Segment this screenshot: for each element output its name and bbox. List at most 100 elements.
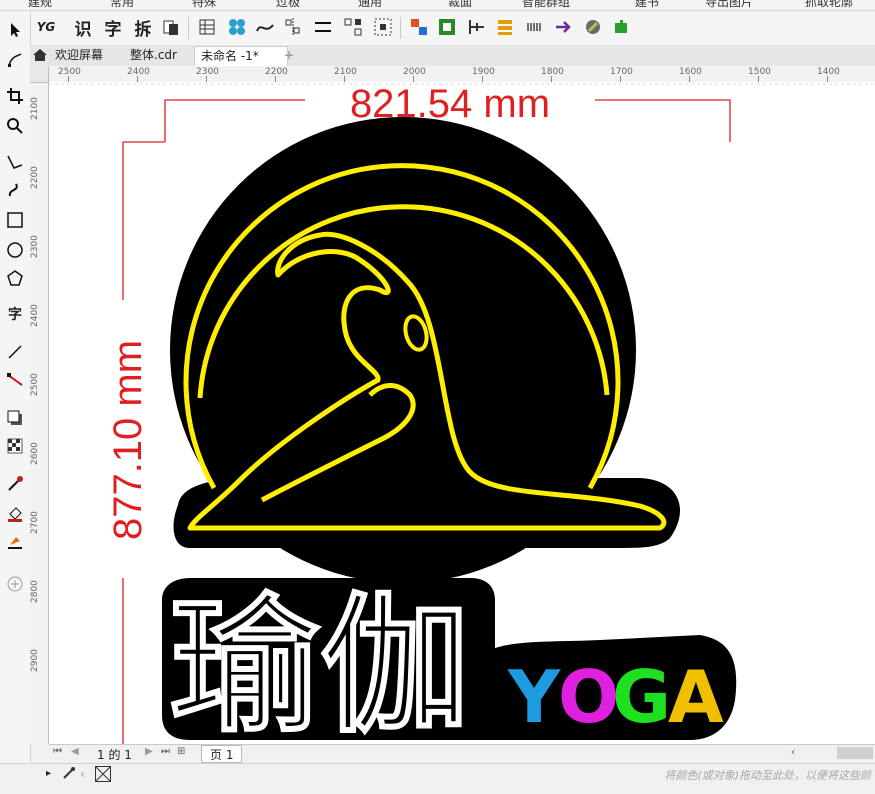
horizontal-scrollbar[interactable] <box>837 747 873 759</box>
arrow-expand-icon[interactable]: ▸ <box>46 768 51 779</box>
line-icon[interactable] <box>312 16 334 38</box>
ruler-label: 2200 <box>265 67 288 77</box>
arrange-icon[interactable] <box>408 16 430 38</box>
align-icon[interactable] <box>282 16 304 38</box>
scroll-left-icon[interactable]: ‹ <box>791 747 801 759</box>
ruler-label: 1900 <box>472 67 495 77</box>
ruler-label: 2500 <box>30 373 40 396</box>
ruler-label: 2800 <box>30 580 40 603</box>
ruler-label: 2100 <box>30 97 40 120</box>
last-page-icon[interactable]: ⏭ <box>161 746 170 757</box>
ruler-origin[interactable] <box>30 66 49 83</box>
polygon-icon[interactable] <box>4 267 26 289</box>
menu-item[interactable]: 过极 <box>276 0 300 10</box>
ruler-label: 2900 <box>30 649 40 672</box>
eyedropper-small-icon[interactable] <box>62 766 76 783</box>
ruler-label: 2100 <box>334 67 357 77</box>
menu-item[interactable]: 导出图片 <box>705 0 753 10</box>
home-icon[interactable] <box>32 47 50 63</box>
ruler-label: 2300 <box>30 235 40 258</box>
yg-icon[interactable]: YG <box>35 16 57 38</box>
leaf-icon[interactable] <box>582 16 604 38</box>
pick-icon[interactable] <box>4 19 26 41</box>
ruler-label: 1700 <box>610 67 633 77</box>
height-dimension[interactable]: 877.10 mm <box>106 340 150 540</box>
ruler-label: 1500 <box>748 67 771 77</box>
ruler-label: 2400 <box>30 304 40 327</box>
status-bar: ▸ ‹ 将颜色(或对象)拖动至此处，以便将这些颜 <box>0 763 875 794</box>
ruler-label: 2600 <box>30 442 40 465</box>
select-icon[interactable] <box>372 16 394 38</box>
ruler-label: 2200 <box>30 166 40 189</box>
recognize-text-button[interactable]: 识 <box>72 16 94 40</box>
menu-item[interactable]: 常用 <box>110 0 134 10</box>
chevron-left-icon[interactable]: ‹ <box>80 767 85 781</box>
rectangle-icon[interactable] <box>4 209 26 231</box>
page-count: 1 的 1 <box>97 748 132 762</box>
barcode-icon[interactable] <box>524 16 546 38</box>
tab-untitled[interactable]: 未命名 -1* <box>194 46 288 66</box>
page-navigator: ⏮ ◀ 1 的 1 ▶ ⏭ ⊞ 页 1 ‹ <box>49 744 875 763</box>
menu-item[interactable]: 建书 <box>635 0 659 10</box>
yoga-letter-o: O <box>558 655 619 739</box>
shape-icon[interactable] <box>4 49 26 71</box>
tab-welcome[interactable]: 欢迎屏幕 <box>49 46 109 65</box>
smart-fill-icon[interactable] <box>4 531 26 553</box>
drawing-canvas[interactable]: 821.54 mm 877.10 mm 瑜伽 Y O G A <box>49 82 875 744</box>
curve-icon[interactable] <box>254 16 276 38</box>
menu-item[interactable]: 智能群组 <box>522 0 570 10</box>
menu-item[interactable]: 特殊 <box>192 0 216 10</box>
menu-item[interactable]: 抓取轮廓 <box>805 0 853 10</box>
document-tabs: 欢迎屏幕 整体.cdr 未命名 -1* + <box>30 45 875 66</box>
ruler-label: 1600 <box>679 67 702 77</box>
pattern-icon[interactable] <box>226 16 248 38</box>
yoga-letter-a: A <box>668 655 724 739</box>
page-tab[interactable]: 页 1 <box>201 745 243 763</box>
yoga-logo[interactable] <box>170 117 681 583</box>
new-tab-button[interactable]: + <box>278 46 300 65</box>
list-icon[interactable] <box>494 16 516 38</box>
freehand-icon[interactable] <box>4 151 26 173</box>
menu-item[interactable]: 通用 <box>358 0 382 10</box>
next-page-icon[interactable]: ▶ <box>145 746 153 757</box>
width-dimension[interactable]: 821.54 mm <box>350 82 550 126</box>
ruler-label: 2700 <box>30 511 40 534</box>
text-tool-icon[interactable]: 字 <box>4 303 26 325</box>
table-icon[interactable] <box>196 16 218 38</box>
prev-page-icon[interactable]: ◀ <box>71 746 79 757</box>
zoom-icon[interactable] <box>4 115 26 137</box>
menu-item[interactable]: 裁面 <box>448 0 472 10</box>
add-tool-icon[interactable] <box>4 573 26 595</box>
artistic-media-icon[interactable] <box>4 179 26 201</box>
yoga-text[interactable]: Y O G A <box>507 655 724 739</box>
first-page-icon[interactable]: ⏮ <box>53 746 62 757</box>
ellipse-icon[interactable] <box>4 239 26 261</box>
split-button[interactable]: 拆 <box>132 16 154 40</box>
font-button[interactable]: 字 <box>102 16 124 40</box>
copy-icon[interactable] <box>160 16 182 38</box>
text-align-icon[interactable] <box>466 16 488 38</box>
arrow-icon[interactable] <box>552 16 574 38</box>
dimension-icon[interactable] <box>4 341 26 363</box>
chinese-title[interactable]: 瑜伽 <box>167 577 473 744</box>
eyedropper-icon[interactable] <box>4 473 26 495</box>
toolbox: 字 <box>0 11 31 764</box>
drop-shadow-icon[interactable] <box>4 407 26 429</box>
puzzle-icon[interactable] <box>610 16 632 38</box>
yoga-letter-y: Y <box>507 655 561 739</box>
crop-icon[interactable] <box>4 85 26 107</box>
yoga-letter-g: G <box>612 655 671 739</box>
no-fill-swatch[interactable] <box>95 766 111 782</box>
horizontal-ruler[interactable]: 2500 2400 2300 2200 2100 2000 1900 1800 1700 1600… <box>30 66 875 83</box>
vertical-ruler[interactable]: 2100 2200 2300 2400 2500 2600 2700 2800 2900 <box>30 82 49 744</box>
distribute-icon[interactable] <box>342 16 364 38</box>
tab-whole-cdr[interactable]: 整体.cdr <box>124 46 183 65</box>
add-page-icon[interactable]: ⊞ <box>177 746 185 757</box>
image-icon[interactable] <box>436 16 458 38</box>
status-hint: 将颜色(或对象)拖动至此处，以便将这些颜 <box>664 769 871 782</box>
transparency-icon[interactable] <box>4 435 26 457</box>
menu-item[interactable]: 建规 <box>28 0 52 10</box>
connector-icon[interactable] <box>4 369 26 391</box>
fill-icon[interactable] <box>4 503 26 525</box>
ruler-label: 1400 <box>817 67 840 77</box>
